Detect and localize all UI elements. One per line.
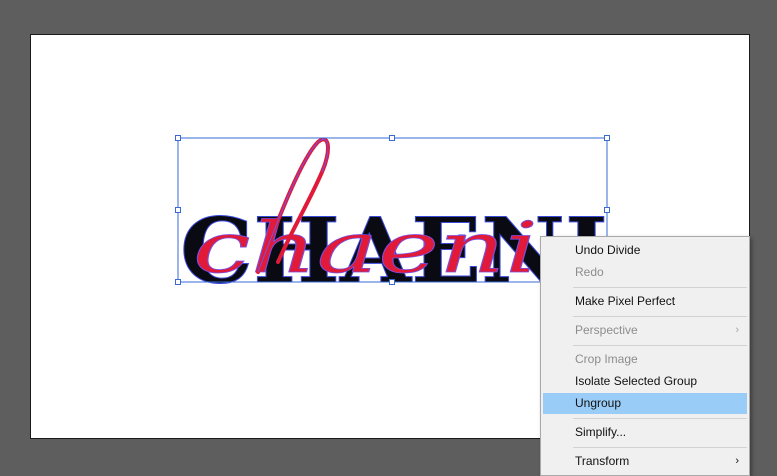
script-text-art[interactable]: chaeni xyxy=(193,207,539,290)
handle-bottom-center[interactable] xyxy=(389,279,395,285)
menu-separator xyxy=(573,287,747,288)
handle-middle-left[interactable] xyxy=(175,207,181,213)
menu-item-undo-divide[interactable]: Undo Divide xyxy=(543,240,747,261)
handle-middle-right[interactable] xyxy=(604,207,610,213)
menu-item-perspective-label: Perspective xyxy=(575,323,638,337)
menu-item-simplify[interactable]: Simplify... xyxy=(543,422,747,443)
menu-item-redo: Redo xyxy=(575,265,604,279)
submenu-arrow-icon: › xyxy=(735,455,739,467)
submenu-arrow-icon: › xyxy=(735,324,739,336)
handle-top-center[interactable] xyxy=(389,135,395,141)
menu-item-crop-image: Crop Image xyxy=(575,352,638,366)
handle-top-right[interactable] xyxy=(604,135,610,141)
menu-item-transform-label: Transform xyxy=(575,454,630,468)
handle-top-left[interactable] xyxy=(175,135,181,141)
context-menu: Undo Divide Redo Make Pixel Perfect Pers… xyxy=(540,236,750,476)
menu-separator xyxy=(573,447,747,448)
menu-item-isolate-selected-group[interactable]: Isolate Selected Group xyxy=(543,371,747,392)
menu-item-perspective: Perspective › xyxy=(543,320,747,341)
menu-separator xyxy=(573,345,747,346)
menu-item-ungroup[interactable]: Ungroup xyxy=(543,393,747,414)
menu-item-make-pixel-perfect[interactable]: Make Pixel Perfect xyxy=(543,291,747,312)
menu-separator xyxy=(573,316,747,317)
menu-item-transform[interactable]: Transform › xyxy=(543,451,747,472)
menu-separator xyxy=(573,418,747,419)
handle-bottom-left[interactable] xyxy=(175,279,181,285)
